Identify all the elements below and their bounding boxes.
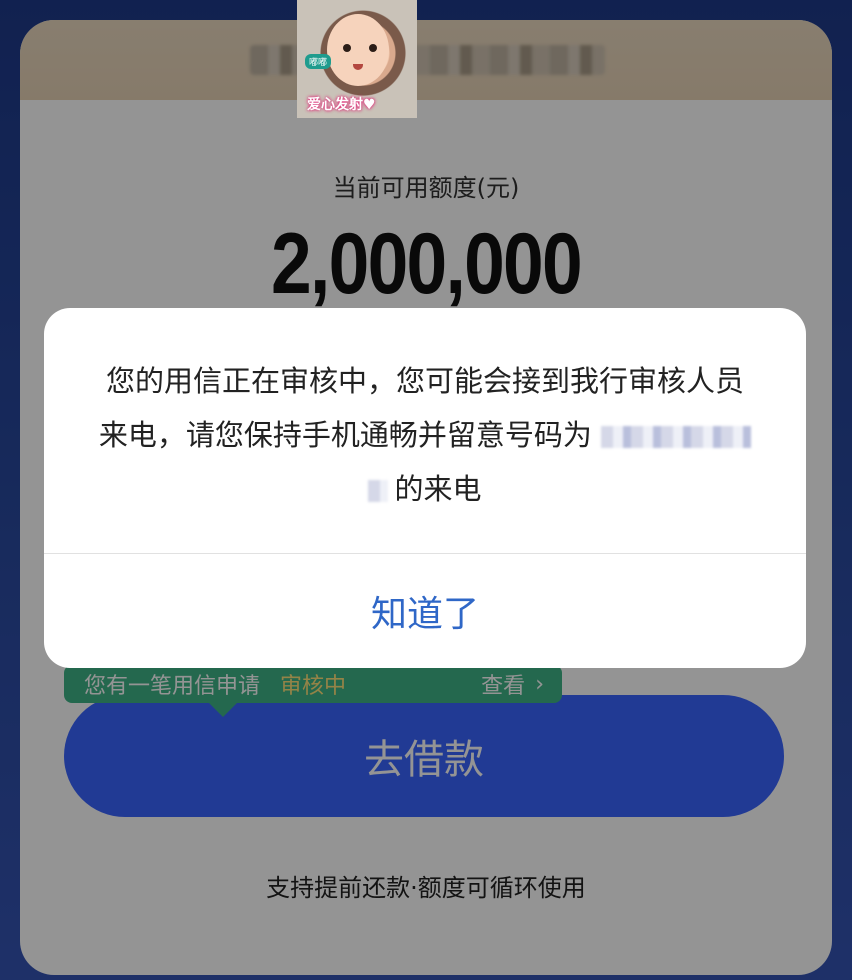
dialog-confirm-button[interactable]: 知道了 — [44, 554, 806, 668]
eye-icon — [369, 44, 377, 52]
dialog-line-1: 您的用信正在审核中，您可能会接到我行审核人员 — [105, 364, 744, 398]
masked-phone-number-end — [368, 480, 389, 502]
sticker-small-text: 嘟嘟 — [305, 54, 332, 69]
baby-sticker-image: 嘟嘟 爱心发射♥ — [297, 0, 417, 118]
dialog-line-3: 的来电 — [94, 462, 756, 516]
review-dialog: 您的用信正在审核中，您可能会接到我行审核人员 来电，请您保持手机通畅并留意号码为… — [44, 308, 806, 668]
dialog-line-2-text: 来电，请您保持手机通畅并留意号码为 — [98, 418, 592, 452]
dialog-message: 您的用信正在审核中，您可能会接到我行审核人员 来电，请您保持手机通畅并留意号码为… — [94, 354, 756, 516]
baby-face — [327, 14, 389, 86]
dialog-line-3-text: 的来电 — [394, 472, 482, 506]
eye-icon — [343, 44, 351, 52]
masked-phone-number — [601, 426, 752, 448]
dialog-line-2: 来电，请您保持手机通畅并留意号码为 — [94, 408, 756, 462]
sticker-caption: 爱心发射♥ — [307, 97, 376, 113]
